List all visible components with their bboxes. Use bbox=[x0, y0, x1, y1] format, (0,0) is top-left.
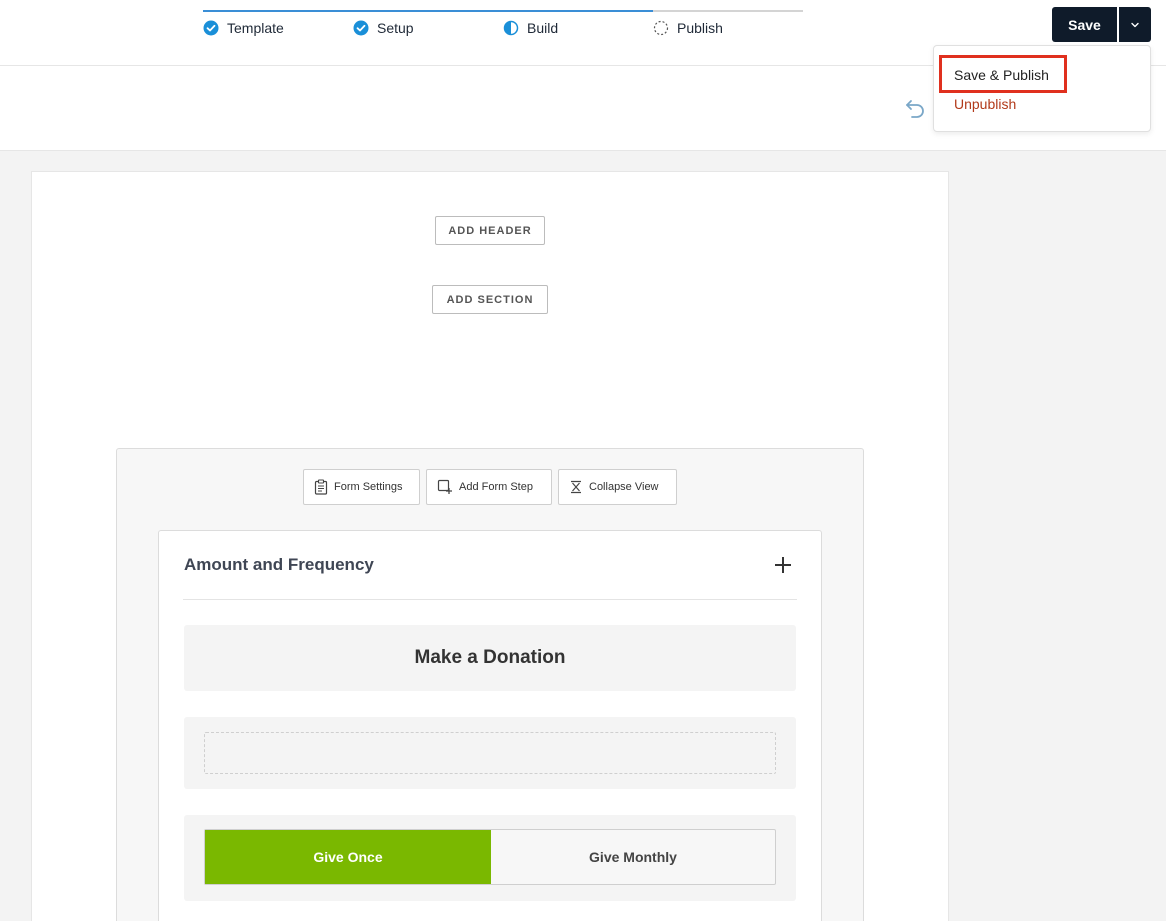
add-form-step-button[interactable]: Add Form Step bbox=[426, 469, 552, 505]
frequency-block: Give Once Give Monthly bbox=[184, 815, 796, 901]
form-settings-button[interactable]: Form Settings bbox=[303, 469, 420, 505]
add-section-button[interactable]: ADD SECTION bbox=[432, 285, 548, 314]
unpublish-menu-item[interactable]: Unpublish bbox=[954, 96, 1016, 112]
give-monthly-button[interactable]: Give Monthly bbox=[491, 830, 775, 884]
tool-label: Collapse View bbox=[589, 481, 659, 493]
step-label: Setup bbox=[377, 20, 414, 36]
step-label: Build bbox=[527, 20, 559, 36]
form-step-card: Amount and Frequency Make a Donation Giv… bbox=[158, 530, 822, 921]
half-circle-icon bbox=[503, 20, 519, 36]
save-options-toggle[interactable] bbox=[1119, 7, 1151, 42]
step-label: Template bbox=[227, 20, 284, 36]
dashed-circle-icon bbox=[653, 20, 669, 36]
divider bbox=[183, 599, 797, 600]
tool-label: Form Settings bbox=[334, 481, 403, 493]
save-button[interactable]: Save bbox=[1052, 7, 1117, 42]
check-circle-icon bbox=[203, 20, 219, 36]
step-publish[interactable]: Publish bbox=[653, 10, 803, 50]
undo-icon[interactable] bbox=[903, 95, 927, 119]
form-container: Form Settings Add Form Step Collapse Vie… bbox=[116, 448, 864, 921]
step-setup[interactable]: Setup bbox=[353, 10, 503, 50]
empty-dropzone[interactable] bbox=[204, 732, 776, 774]
frequency-toggle: Give Once Give Monthly bbox=[204, 829, 776, 885]
step-template[interactable]: Template bbox=[203, 10, 353, 50]
donation-heading-block[interactable]: Make a Donation bbox=[184, 625, 796, 691]
check-circle-icon bbox=[353, 20, 369, 36]
tool-label: Add Form Step bbox=[459, 481, 533, 493]
chevron-down-icon bbox=[1131, 22, 1139, 27]
add-step-icon bbox=[437, 479, 452, 494]
form-canvas: ADD HEADER ADD SECTION Form Settings Add… bbox=[31, 171, 949, 921]
donation-heading: Make a Donation bbox=[414, 647, 566, 668]
step-label: Publish bbox=[677, 20, 723, 36]
step-build[interactable]: Build bbox=[503, 10, 653, 50]
empty-field-block[interactable] bbox=[184, 717, 796, 789]
highlight-box bbox=[939, 55, 1067, 93]
add-header-button[interactable]: ADD HEADER bbox=[435, 216, 545, 245]
progress-steps: Template Setup Build Publish bbox=[203, 10, 803, 50]
collapse-icon bbox=[571, 480, 581, 494]
collapse-view-button[interactable]: Collapse View bbox=[558, 469, 677, 505]
give-once-button[interactable]: Give Once bbox=[205, 830, 491, 884]
plus-icon[interactable] bbox=[773, 555, 793, 575]
clipboard-icon bbox=[314, 479, 328, 495]
form-step-title: Amount and Frequency bbox=[184, 555, 374, 574]
